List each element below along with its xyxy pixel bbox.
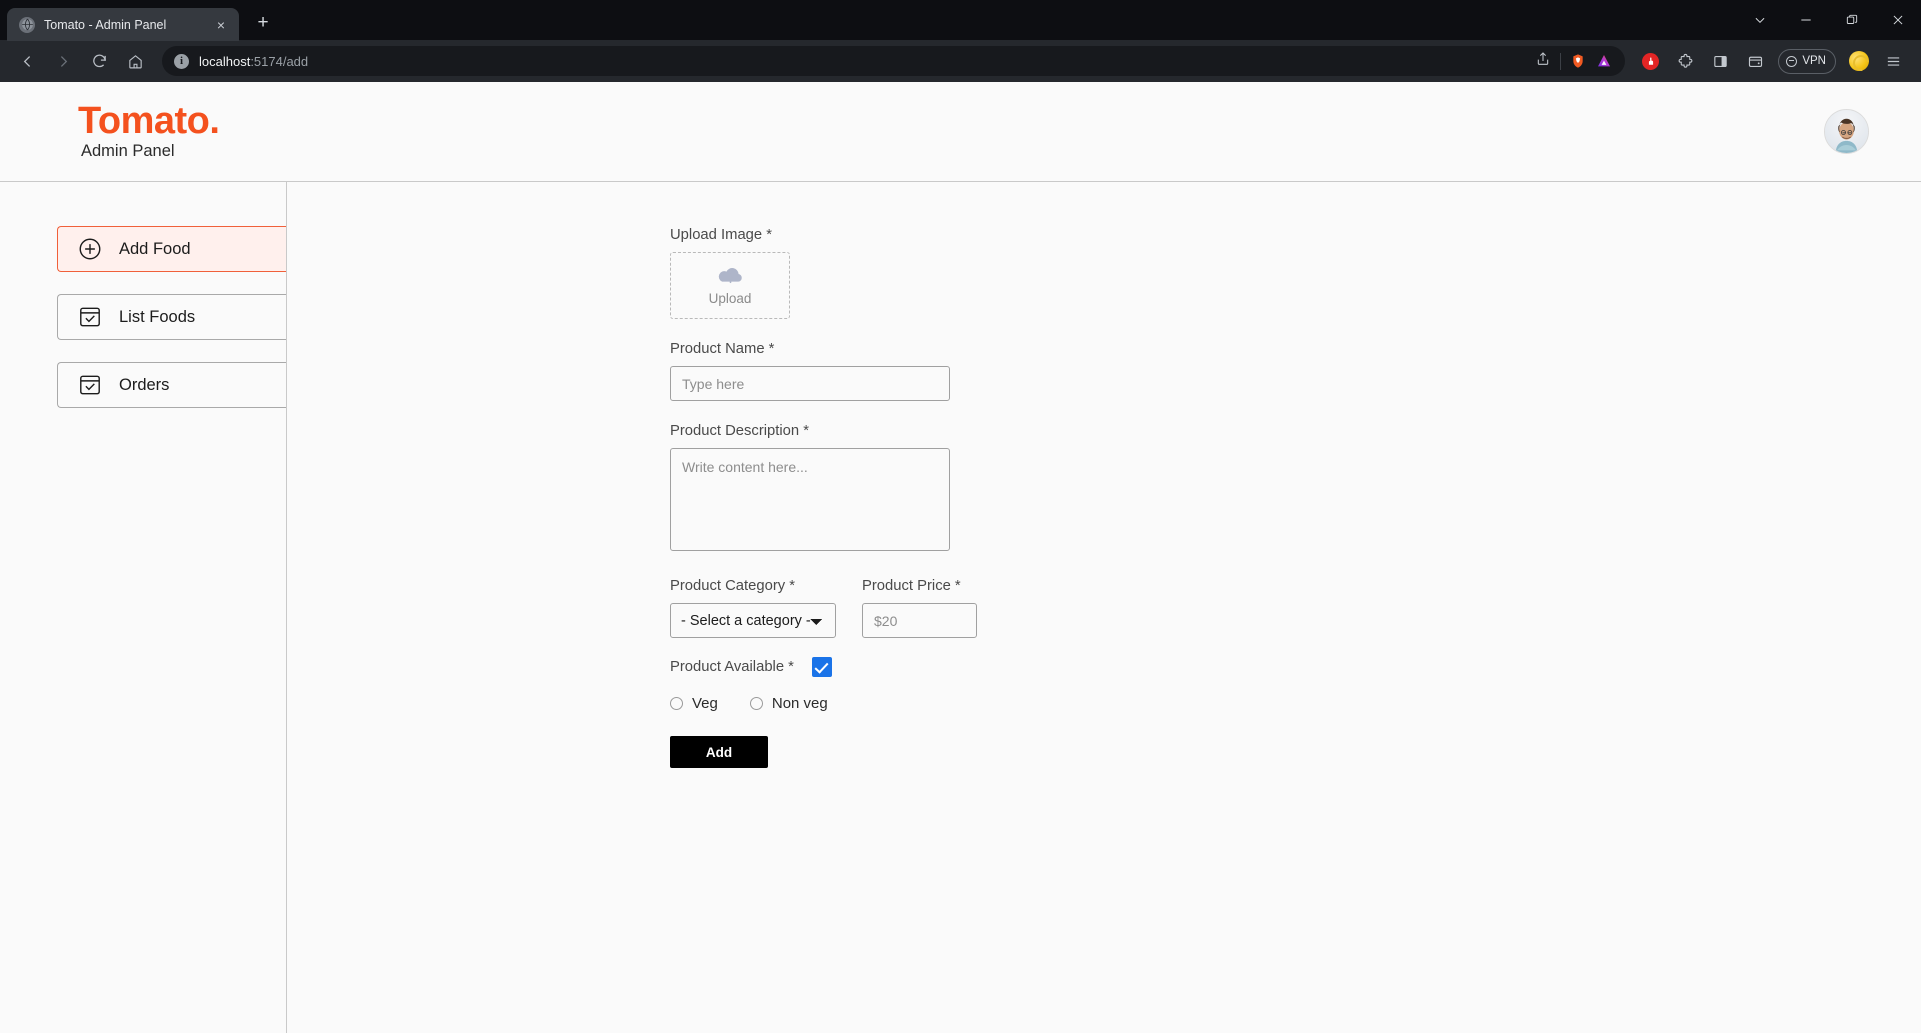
- app-logo: Tomato.: [78, 100, 220, 142]
- extensions-puzzle-icon[interactable]: [1670, 46, 1701, 77]
- app-body: Add Food List Foods Orders Upload Image …: [0, 182, 1921, 1033]
- product-name-group: Product Name *: [670, 341, 1000, 401]
- cloud-upload-icon: [717, 266, 744, 288]
- diet-option-veg[interactable]: Veg: [670, 695, 718, 712]
- checkbox-list-icon: [77, 372, 103, 398]
- reload-icon[interactable]: [82, 44, 116, 78]
- sidebar-item-label: Add Food: [119, 239, 191, 258]
- vpn-status-icon: [1786, 55, 1798, 67]
- brave-wallet-icon[interactable]: [1740, 46, 1771, 77]
- home-icon[interactable]: [118, 44, 152, 78]
- plus-circle-icon: [77, 236, 103, 262]
- product-price-input[interactable]: [862, 603, 977, 638]
- browser-toolbar-icons: VPN: [1635, 46, 1911, 77]
- tab-title: Tomato - Admin Panel: [44, 17, 167, 32]
- browser-profile-avatar[interactable]: [1843, 46, 1874, 77]
- close-icon[interactable]: ×: [213, 18, 229, 32]
- upload-image-group: Upload Image * Upload: [670, 227, 1000, 319]
- non-veg-label: Non veg: [771, 695, 828, 712]
- brand-block: Tomato. Admin Panel: [78, 100, 220, 161]
- divider: [1560, 52, 1562, 70]
- brave-leo-ai-icon[interactable]: [1596, 53, 1613, 70]
- upload-image-dropzone[interactable]: Upload: [670, 252, 790, 319]
- hamburger-menu-icon[interactable]: [1878, 46, 1909, 77]
- sidebar-panel-icon[interactable]: [1705, 46, 1736, 77]
- add-food-form: Upload Image * Upload Product Name * Typ…: [670, 227, 1000, 768]
- category-price-row: Product Category * - Select a category -…: [670, 578, 1000, 638]
- non-veg-radio[interactable]: [749, 697, 763, 710]
- product-category-select[interactable]: - Select a category -: [670, 603, 836, 638]
- back-arrow-icon[interactable]: [10, 44, 44, 78]
- close-window-icon[interactable]: [1875, 0, 1921, 40]
- brave-shields-lion-icon[interactable]: [1570, 53, 1587, 70]
- sidebar-item-label: Orders: [119, 375, 170, 394]
- address-bar[interactable]: i localhost:5174/add: [162, 46, 1626, 76]
- sidebar-item-add-food[interactable]: Add Food: [57, 226, 286, 272]
- product-price-label: Product Price *: [862, 578, 961, 594]
- page-viewport: Tomato. Admin Panel Add Food List Foods …: [0, 82, 1921, 1033]
- diet-option-non-veg[interactable]: Non veg: [749, 695, 828, 712]
- browser-tab[interactable]: Tomato - Admin Panel ×: [7, 8, 239, 41]
- url-path: :5174/add: [250, 53, 309, 69]
- admin-profile-avatar[interactable]: [1824, 109, 1869, 154]
- vpn-label: VPN: [1802, 55, 1826, 67]
- url-host: localhost: [199, 53, 251, 69]
- globe-icon: [19, 16, 35, 33]
- sidebar: Add Food List Foods Orders: [0, 182, 287, 1033]
- share-icon[interactable]: [1535, 51, 1551, 72]
- vpn-button[interactable]: VPN: [1778, 48, 1836, 74]
- product-description-label: Product Description *: [670, 423, 809, 439]
- forward-arrow-icon[interactable]: [46, 44, 80, 78]
- upload-image-text: Upload: [708, 290, 752, 306]
- sidebar-item-orders[interactable]: Orders: [57, 362, 286, 408]
- navigation-toolbar: i localhost:5174/add VPN: [0, 40, 1921, 82]
- sidebar-item-label: List Foods: [119, 307, 196, 326]
- brave-rewards-icon[interactable]: [1635, 46, 1666, 77]
- product-price-group: Product Price *: [862, 578, 977, 638]
- main-content: Upload Image * Upload Product Name * Typ…: [287, 182, 1921, 1033]
- sidebar-item-list-foods[interactable]: List Foods: [57, 294, 286, 340]
- site-info-icon[interactable]: i: [174, 53, 189, 69]
- maximize-icon[interactable]: [1829, 0, 1875, 40]
- minimize-icon[interactable]: [1783, 0, 1829, 40]
- browser-window: Tomato - Admin Panel × + i localhost:517…: [0, 0, 1921, 1033]
- app-header: Tomato. Admin Panel: [0, 82, 1921, 182]
- product-available-label: Product Available *: [670, 659, 794, 675]
- new-tab-button[interactable]: +: [248, 8, 278, 38]
- product-name-input[interactable]: [670, 366, 950, 401]
- veg-radio[interactable]: [670, 697, 683, 710]
- sidebar-menu: Add Food List Foods Orders: [0, 226, 286, 408]
- product-category-group: Product Category * - Select a category -: [670, 578, 836, 638]
- product-name-label: Product Name *: [670, 341, 775, 357]
- upload-image-label: Upload Image *: [670, 227, 772, 243]
- add-button[interactable]: Add: [670, 736, 768, 768]
- app-subtitle: Admin Panel: [81, 142, 175, 160]
- product-available-row: Product Available *: [670, 657, 1000, 677]
- diet-radio-row: Veg Non veg: [670, 695, 1000, 712]
- tab-search-chevron-icon[interactable]: [1737, 0, 1783, 40]
- product-available-checkbox[interactable]: [811, 657, 832, 677]
- tab-strip: Tomato - Admin Panel × +: [0, 0, 1921, 41]
- window-controls: [1737, 0, 1921, 40]
- product-description-textarea[interactable]: [670, 448, 950, 551]
- checkbox-list-icon: [77, 304, 103, 330]
- veg-label: Veg: [692, 695, 718, 712]
- product-description-group: Product Description *: [670, 423, 1000, 556]
- product-category-label: Product Category *: [670, 578, 796, 594]
- url-text: localhost:5174/add: [199, 54, 308, 69]
